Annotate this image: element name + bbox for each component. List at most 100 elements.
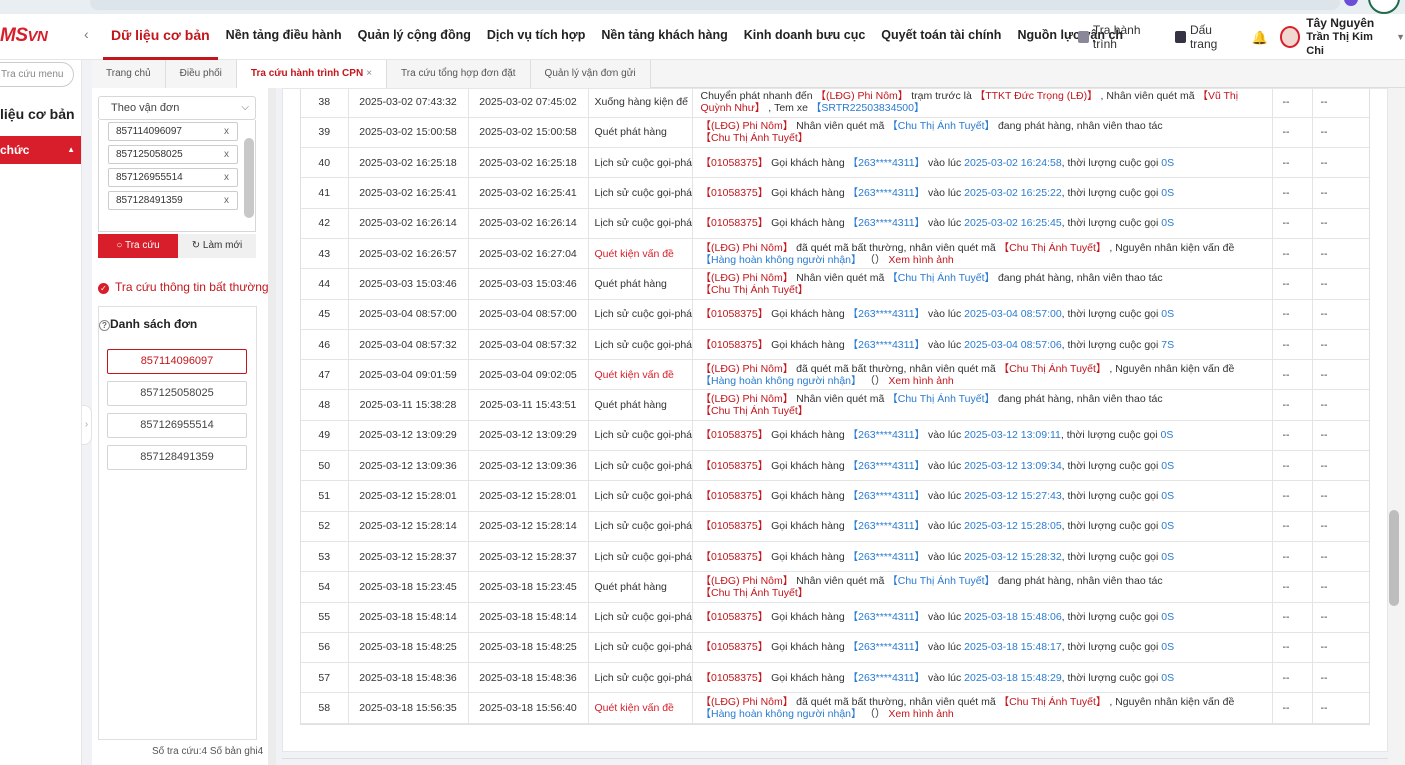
reset-button[interactable]: ↻ Làm mới [178,234,256,258]
scan-time: 2025-03-12 15:28:14 [348,511,469,542]
main-scrollbar-thumb[interactable] [1389,510,1399,606]
desc-segment: đang phát hàng, nhân viên thao tác [995,120,1163,133]
desc-segment: 【263****4311】 [847,429,926,442]
close-icon[interactable]: × [366,68,372,79]
tab-4[interactable]: Quản lý vận đơn gửi [530,60,651,88]
row-number: 43 [301,238,349,270]
tracking-description: 【(LĐG) Phi Nôm】 đã quét mã bất thường, n… [692,692,1273,724]
desc-segment: 【(LĐG) Phi Nôm】 [700,362,794,375]
nav-item-0[interactable]: Dữ liệu cơ bản [103,14,218,60]
user-info[interactable]: Tây Nguyên Trần Thị Kim Chi [1306,16,1386,58]
nav-item-3[interactable]: Dịch vụ tích hợp [479,14,593,60]
remove-tag-icon[interactable]: x [224,192,229,209]
track-icon [1078,31,1089,43]
desc-segment: 2025-03-18 15:48:29 [964,671,1062,684]
waybill-tag: 857125058025 x [108,145,238,164]
upload-time: 2025-03-04 08:57:32 [468,329,589,361]
table-row: 54 2025-03-18 15:23:45 2025-03-18 15:23:45… [301,571,1369,603]
desc-segment: 2025-03-02 16:24:58 [964,156,1062,169]
tab-1[interactable]: Điều phối [165,60,237,88]
row-number: 38 [301,89,349,118]
waybill-tag: 857128491359 x [108,191,238,210]
desc-segment: 【Chu Thị Ánh Tuyết】 [700,283,809,296]
address-bar[interactable] [90,0,1340,10]
avatar[interactable] [1279,26,1301,48]
search-button[interactable]: ○ Tra cứu [98,234,178,258]
scan-type: Quét phát hàng [588,389,693,421]
panel-scrollbar[interactable] [268,88,276,765]
menu-search-input[interactable]: Tra cứu menu [0,62,74,87]
nav-item-6[interactable]: Quyết toán tài chính [873,14,1009,60]
sidebar-item-active[interactable]: chức ▲ [0,136,81,164]
desc-segment: 【Hàng hoàn không người nhận】 [700,708,862,721]
table-row: 46 2025-03-04 08:57:32 2025-03-04 08:57:32… [301,329,1369,361]
scan-time: 2025-03-12 13:09:36 [348,450,469,482]
waybill-tag-input[interactable]: 857114096097 x 857125058025 x 857126955514 x 8… [98,120,256,232]
row-number: 46 [301,329,349,361]
app-logo[interactable]: MSVN [0,25,48,47]
desc-segment: （） [861,253,889,266]
nav-back-chevron-icon[interactable]: ‹ [84,26,89,42]
desc-segment: vào lúc [925,671,965,684]
sidebar-collapse-icon[interactable]: › [82,405,92,445]
scan-time: 2025-03-02 16:26:57 [348,238,469,270]
table-viewport: 38 2025-03-02 07:43:32 2025-03-02 07:45:02… [300,89,1370,725]
tab-2[interactable]: Tra cứu hành trình CPN × [236,60,388,88]
profile-icon[interactable] [1368,0,1400,14]
nav-item-2[interactable]: Quản lý cộng đồng [350,14,479,60]
desc-segment: 【263****4311】 [847,156,926,169]
desc-segment: Gọi khách hàng [768,611,848,624]
table-row: 51 2025-03-12 15:28:01 2025-03-12 15:28:01… [301,480,1369,512]
desc-segment: 【Chu Thị Ánh Tuyết】 [887,574,996,587]
tab-0[interactable]: Trang chủ [92,60,166,88]
desc-segment: 0S [1161,641,1175,654]
nav-item-4[interactable]: Nền tảng khách hàng [593,14,735,60]
desc-segment: 【263****4311】 [847,459,926,472]
help-icon[interactable]: ? [99,320,110,331]
upload-time: 2025-03-04 08:57:00 [468,299,589,330]
desc-segment: Gọi khách hàng [768,217,848,230]
upload-time: 2025-03-02 16:26:14 [468,208,589,239]
extra-col-1: -- [1272,602,1313,633]
remove-tag-icon[interactable]: x [224,146,229,163]
remove-tag-icon[interactable]: x [224,123,229,140]
desc-segment: 【263****4311】 [847,490,926,502]
scan-type: Lịch sử cuộc gọi-phá [588,147,693,179]
upload-time: 2025-03-12 15:28:37 [468,541,589,573]
scan-time: 2025-03-02 07:43:32 [348,89,469,118]
order-item[interactable]: 857114096097 [107,349,247,374]
desc-segment: 【01058375】 [700,490,769,502]
desc-segment: đã quét mã bất thường, nhân viên quét mã [793,696,999,709]
row-number: 51 [301,480,349,512]
desc-segment: , Tem xe [765,101,811,114]
user-name: Trần Thị Kim Chi [1306,31,1373,57]
desc-segment: vào lúc [925,550,965,563]
desc-segment: Gọi khách hàng [768,550,848,563]
nav-item-5[interactable]: Kinh doanh bưu cục [736,14,874,60]
bookmark-link[interactable]: Dấu trang [1175,23,1238,51]
view-image-link[interactable]: Xem hình ảnh [888,375,953,387]
bell-icon[interactable]: 🔔 [1252,30,1268,45]
main-scrollbar[interactable] [1388,88,1405,765]
sidebar-title: liệu cơ bản [0,106,75,122]
nav-item-1[interactable]: Nền tảng điều hành [218,14,350,60]
tag-scrollbar[interactable] [244,138,254,218]
tracking-description: Chuyển phát nhanh đến 【(LĐG) Phi Nôm】 tr… [692,89,1273,118]
desc-segment: 【01058375】 [700,217,769,230]
order-item[interactable]: 857125058025 [107,381,247,406]
view-image-link[interactable]: Xem hình ảnh [888,254,953,266]
search-type-select[interactable]: Theo vận đơn ⌵ [98,96,256,120]
order-item[interactable]: 857128491359 [107,445,247,470]
extra-col-2: -- [1312,450,1369,482]
desc-segment: 【(LĐG) Phi Nôm】 [815,89,909,102]
tab-3[interactable]: Tra cứu tổng hợp đơn đặt [387,60,531,88]
view-image-link[interactable]: Xem hình ảnh [888,708,953,720]
abnormal-info-toggle[interactable]: ✓ Tra cứu thông tin bất thường [98,280,269,294]
table-row: 48 2025-03-11 15:38:28 2025-03-11 15:43:51… [301,389,1369,421]
remove-tag-icon[interactable]: x [224,169,229,186]
row-number: 41 [301,177,349,209]
order-item[interactable]: 857126955514 [107,413,247,438]
user-caret-icon[interactable]: ▼ [1396,32,1405,42]
extension-icon[interactable] [1344,0,1358,6]
track-link[interactable]: Tra hành trình [1078,23,1161,51]
